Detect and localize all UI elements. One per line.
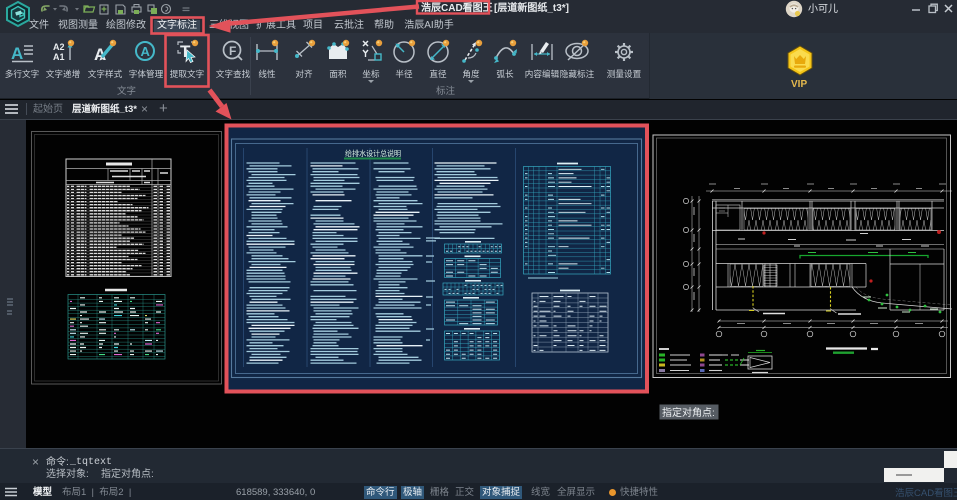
svg-text:指定对角点:: 指定对角点: (662, 406, 715, 419)
svg-text:给排水设计总说明: 给排水设计总说明 (345, 149, 401, 158)
